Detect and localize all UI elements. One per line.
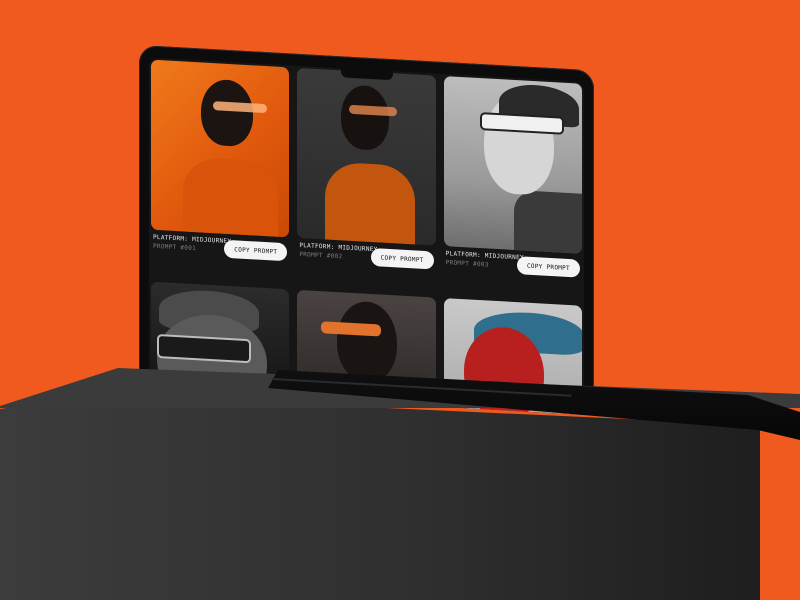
scene: PLATFORM: MIDJOURNEY PROMPT #001 COPY PR…	[0, 0, 800, 600]
head-shape	[341, 84, 390, 151]
sunglasses-shape	[321, 321, 382, 337]
prompt-card: PLATFORM: MIDJOURNEY PROMPT #003 COPY PR…	[443, 76, 582, 294]
jacket-shape	[325, 161, 416, 246]
copy-prompt-button[interactable]: COPY PROMPT	[224, 239, 288, 262]
head-shape	[337, 300, 398, 384]
portrait-image	[443, 76, 582, 254]
copy-prompt-button[interactable]: COPY PROMPT	[370, 247, 434, 270]
laptop: PLATFORM: MIDJOURNEY PROMPT #001 COPY PR…	[139, 45, 594, 416]
prompt-card: PLATFORM: MIDJOURNEY PROMPT #001 COPY PR…	[151, 59, 290, 278]
pedestal-front	[0, 395, 760, 600]
neck-shape	[513, 189, 582, 254]
jacket-shape	[183, 156, 278, 238]
prompt-gallery: PLATFORM: MIDJOURNEY PROMPT #001 COPY PR…	[151, 59, 582, 415]
copy-prompt-button[interactable]: COPY PROMPT	[516, 256, 580, 278]
portrait-image	[151, 59, 290, 238]
prompt-card: PLATFORM: MIDJOURNEY PROMPT #002 COPY PR…	[297, 67, 436, 286]
laptop-screen: PLATFORM: MIDJOURNEY PROMPT #001 COPY PR…	[149, 57, 584, 415]
head-shape	[201, 78, 253, 148]
portrait-image	[297, 67, 436, 246]
